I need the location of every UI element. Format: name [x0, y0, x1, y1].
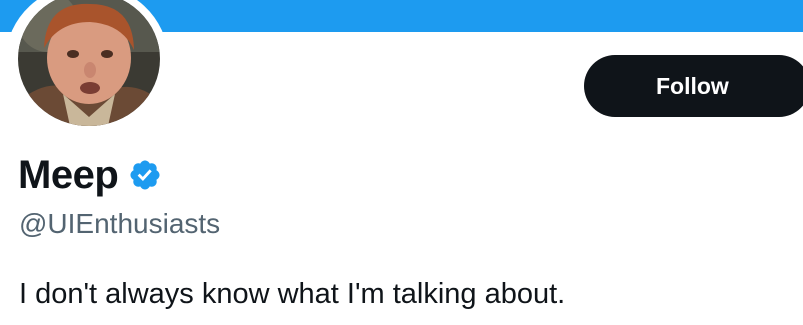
- profile-bio: I don't always know what I'm talking abo…: [19, 278, 566, 310]
- name-row: Meep: [18, 150, 162, 200]
- display-name: Meep: [18, 152, 119, 197]
- user-handle: @UIEnthusiasts: [19, 208, 221, 239]
- verified-badge-icon[interactable]: [128, 158, 162, 192]
- follow-button[interactable]: Follow: [584, 55, 803, 117]
